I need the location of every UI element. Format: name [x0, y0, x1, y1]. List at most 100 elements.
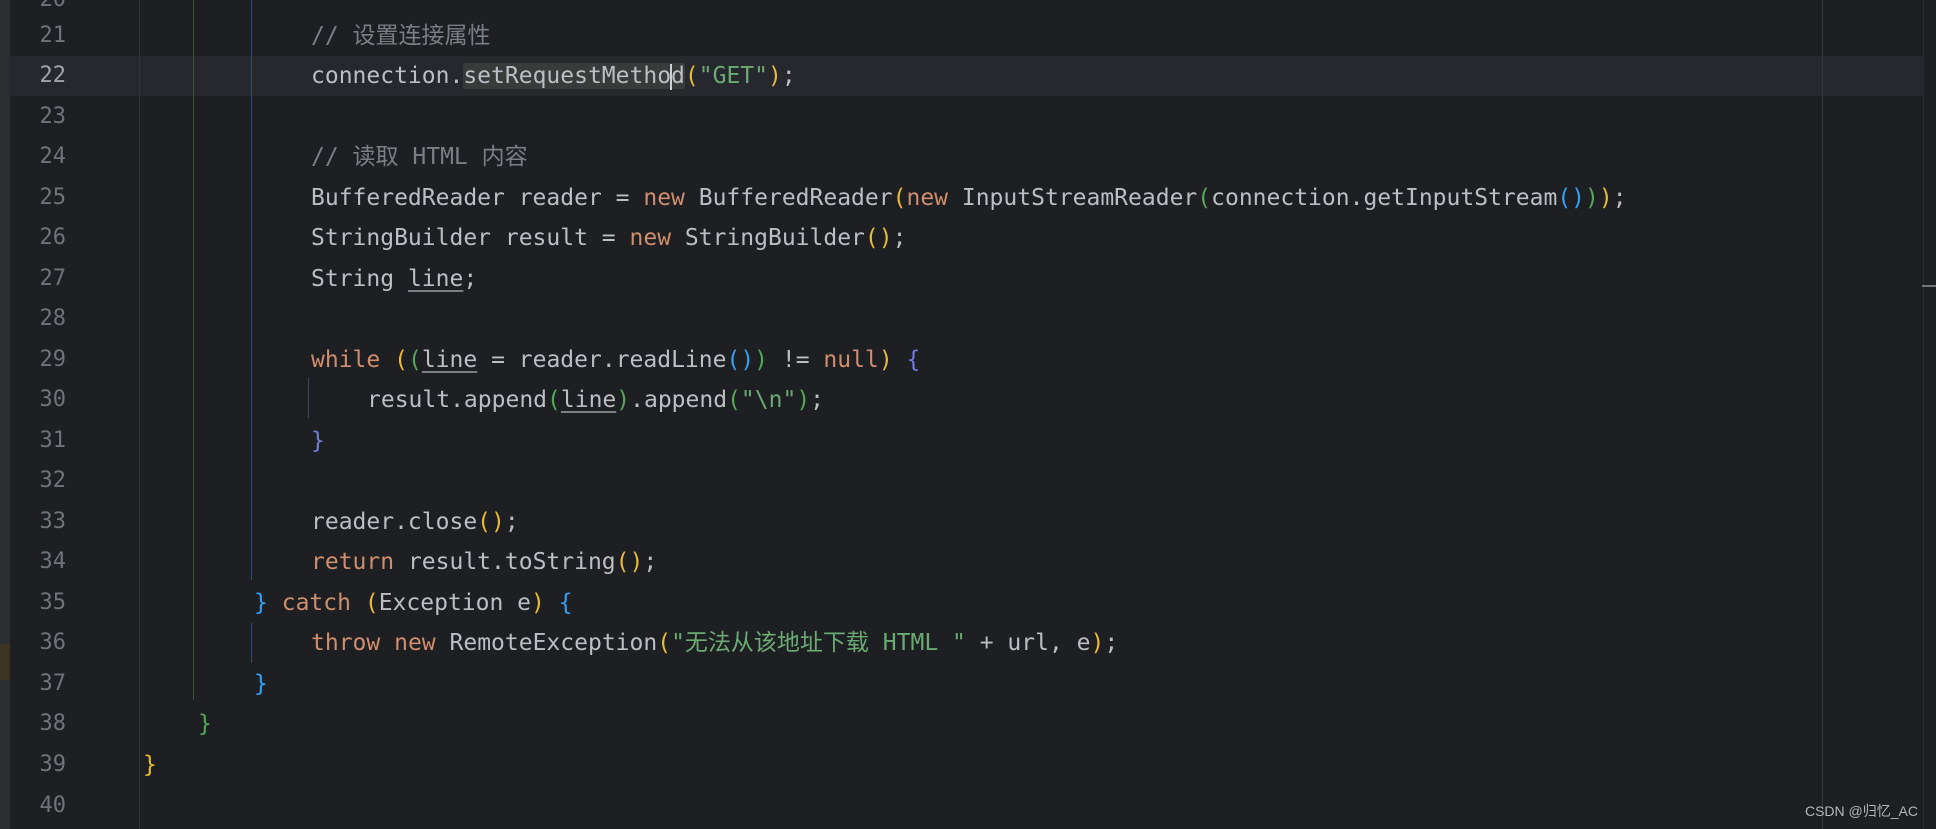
code-line[interactable]: 36 throw new RemoteException("无法从该地址下载 H…	[0, 623, 1922, 663]
keyword: new	[394, 630, 436, 656]
code-line[interactable]: 26 StringBuilder result = new StringBuil…	[0, 218, 1922, 258]
code-text: return result.toString();	[311, 542, 657, 582]
paren: )	[878, 347, 893, 373]
code-line[interactable]: 39 }	[0, 745, 1922, 785]
paren: (	[892, 185, 907, 211]
keyword: return	[311, 549, 395, 575]
code-line[interactable]: 37 }	[0, 664, 1922, 704]
code-comment: // 设置连接属性	[311, 23, 491, 49]
code-text: throw new RemoteException("无法从该地址下载 HTML…	[311, 623, 1118, 663]
code-line[interactable]: 38 }	[0, 704, 1922, 744]
code-line[interactable]: 34 return result.toString();	[0, 542, 1922, 582]
code-line-current[interactable]: 22 connection.setRequestMethod("GET");	[0, 56, 1922, 96]
paren: )	[1598, 185, 1613, 211]
vertical-scrollbar[interactable]	[1923, 0, 1936, 829]
code-line[interactable]: 27 String line;	[0, 259, 1922, 299]
code-token: ;	[463, 266, 478, 292]
variable: line	[421, 347, 478, 373]
line-number: 28	[39, 306, 67, 331]
paren: )	[616, 387, 631, 413]
paren: ()	[1557, 185, 1586, 211]
string-literal: "GET"	[698, 63, 769, 89]
line-number: 24	[39, 144, 67, 169]
line-number: 33	[39, 509, 67, 534]
brace: }	[198, 711, 212, 737]
code-line[interactable]: 29 while ((line = reader.readLine()) != …	[0, 340, 1922, 380]
code-token: Exception e	[378, 590, 532, 616]
code-token: BufferedReader reader =	[311, 185, 644, 211]
paren: (	[394, 347, 408, 373]
code-text: while ((line = reader.readLine()) != nul…	[311, 340, 920, 380]
code-line[interactable]: 35 } catch (Exception e) {	[0, 583, 1922, 623]
code-editor[interactable]: 20 21 // 设置连接属性 22 connection.setRequest…	[0, 0, 1936, 829]
code-token: reader.close	[311, 509, 478, 535]
code-text: } catch (Exception e) {	[254, 583, 573, 623]
paren: ()	[864, 225, 893, 251]
line-number: 35	[39, 590, 67, 615]
code-text: connection.setRequestMethod("GET");	[311, 56, 796, 96]
keyword: new	[629, 225, 672, 251]
code-text: BufferedReader reader = new BufferedRead…	[311, 178, 1627, 218]
code-token: ;	[1104, 630, 1119, 656]
code-token: BufferedReader	[684, 185, 893, 211]
code-line[interactable]: 40	[0, 786, 1922, 826]
brace: }	[254, 590, 268, 616]
code-token: StringBuilder result =	[311, 225, 630, 251]
line-number: 31	[39, 428, 67, 453]
line-number: 27	[39, 266, 67, 291]
keyword: throw	[311, 630, 381, 656]
code-token: ;	[810, 387, 825, 413]
code-line[interactable]: 28	[0, 299, 1922, 339]
paren: (	[684, 63, 699, 89]
code-token: ;	[504, 509, 519, 535]
line-number: 32	[39, 468, 67, 493]
code-line[interactable]: 32	[0, 461, 1922, 501]
code-token: ;	[892, 225, 907, 251]
code-line[interactable]: 30 result.append(line).append("\n");	[0, 380, 1922, 420]
code-line[interactable]: 24 // 读取 HTML 内容	[0, 137, 1922, 177]
scrollbar-position-mark	[1922, 285, 1936, 287]
code-text: result.append(line).append("\n");	[367, 380, 824, 420]
brace: {	[558, 590, 573, 616]
code-line[interactable]: 21 // 设置连接属性	[0, 16, 1922, 56]
brace: }	[254, 671, 268, 697]
code-text: StringBuilder result = new StringBuilder…	[311, 218, 906, 258]
code-token: InputStreamReader	[948, 185, 1198, 211]
paren: (	[364, 590, 379, 616]
keyword: null	[823, 347, 879, 373]
code-token: = reader.readLine	[477, 347, 727, 373]
code-token: connection.	[311, 63, 464, 89]
line-number: 29	[39, 347, 67, 372]
brace: }	[143, 752, 157, 778]
paren: ()	[726, 347, 755, 373]
line-number: 22	[39, 63, 67, 88]
code-line[interactable]: 31 }	[0, 421, 1922, 461]
line-number: 34	[39, 549, 67, 574]
code-text: String line;	[311, 259, 477, 299]
code-token: connection.getInputStream	[1211, 185, 1558, 211]
code-line[interactable]: 33 reader.close();	[0, 502, 1922, 542]
highlighted-method: setRequestMethod	[463, 63, 685, 90]
code-line[interactable]: 25 BufferedReader reader = new BufferedR…	[0, 178, 1922, 218]
line-number: 26	[39, 225, 67, 250]
paren: ()	[615, 549, 644, 575]
line-number: 39	[39, 752, 67, 777]
line-number: 38	[39, 711, 67, 736]
paren: )	[531, 590, 545, 616]
paren: ()	[477, 509, 505, 535]
code-line[interactable]: 23	[0, 97, 1922, 137]
code-token: ;	[781, 63, 796, 89]
paren: )	[796, 387, 811, 413]
code-token: String	[311, 266, 408, 292]
watermark: CSDN @归忆_AC	[1804, 803, 1918, 819]
keyword: new	[906, 185, 949, 211]
code-text: reader.close();	[311, 502, 519, 542]
line-number: 36	[39, 630, 67, 655]
string-literal: "\n"	[740, 387, 797, 413]
paren: (	[1197, 185, 1212, 211]
keyword: new	[643, 185, 685, 211]
code-token: result.toString	[394, 549, 616, 575]
